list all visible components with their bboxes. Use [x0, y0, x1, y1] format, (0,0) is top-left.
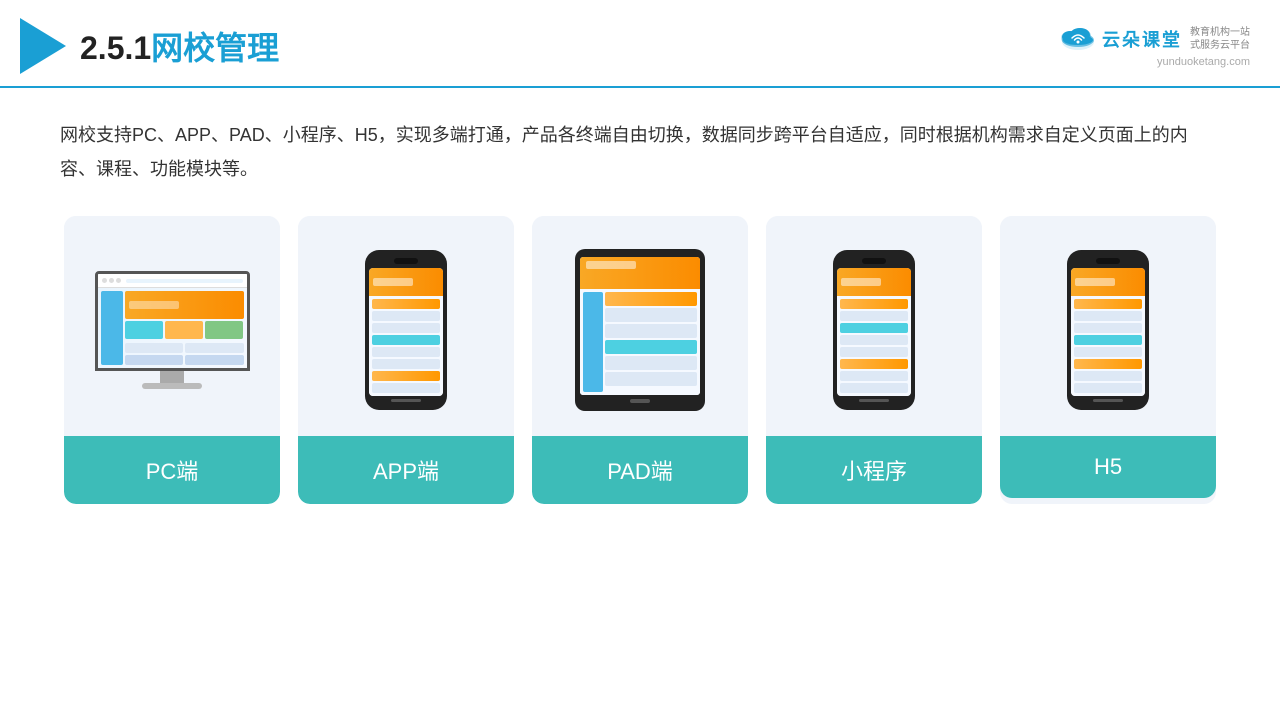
card-pad-label: PAD端: [532, 436, 748, 504]
card-pad: PAD端: [532, 216, 748, 504]
card-pc: PC端: [64, 216, 280, 504]
card-pad-image: [532, 216, 748, 436]
card-app: APP端: [298, 216, 514, 504]
card-h5-label: H5: [1000, 436, 1216, 498]
card-h5-image: [1000, 216, 1216, 436]
page-title: 2.5.1网校管理: [80, 23, 279, 69]
card-app-image: [298, 216, 514, 436]
cards-row: PC端: [60, 216, 1220, 504]
pad-tablet: [575, 249, 705, 411]
cloud-logo-icon: [1058, 24, 1098, 54]
header: 2.5.1网校管理 云朵课堂 教育机构一站式服务云平台 yunduoketang…: [0, 0, 1280, 88]
logo-url: yunduoketang.com: [1157, 56, 1250, 68]
card-pc-label: PC端: [64, 436, 280, 504]
logo-name: 云朵课堂: [1102, 26, 1182, 52]
miniapp-phone: [830, 250, 918, 410]
h5-phone: [1064, 250, 1152, 410]
logo-row: 云朵课堂 教育机构一站式服务云平台: [1058, 24, 1250, 54]
description-text: 网校支持PC、APP、PAD、小程序、H5，实现多端打通，产品各终端自由切换，数…: [60, 118, 1220, 186]
card-app-label: APP端: [298, 436, 514, 504]
main-content: 网校支持PC、APP、PAD、小程序、H5，实现多端打通，产品各终端自由切换，数…: [0, 88, 1280, 524]
logo-tagline: 教育机构一站式服务云平台: [1190, 26, 1250, 52]
app-phone: [362, 250, 450, 410]
card-miniapp-label: 小程序: [766, 436, 982, 504]
play-icon: [20, 18, 66, 74]
card-miniapp-image: [766, 216, 982, 436]
card-miniapp: 小程序: [766, 216, 982, 504]
card-h5: H5: [1000, 216, 1216, 504]
logo-area: 云朵课堂 教育机构一站式服务云平台 yunduoketang.com: [1058, 24, 1250, 68]
card-pc-image: [64, 216, 280, 436]
header-left: 2.5.1网校管理: [20, 18, 279, 74]
monitor-screen: [95, 271, 250, 371]
pc-monitor: [95, 271, 250, 389]
